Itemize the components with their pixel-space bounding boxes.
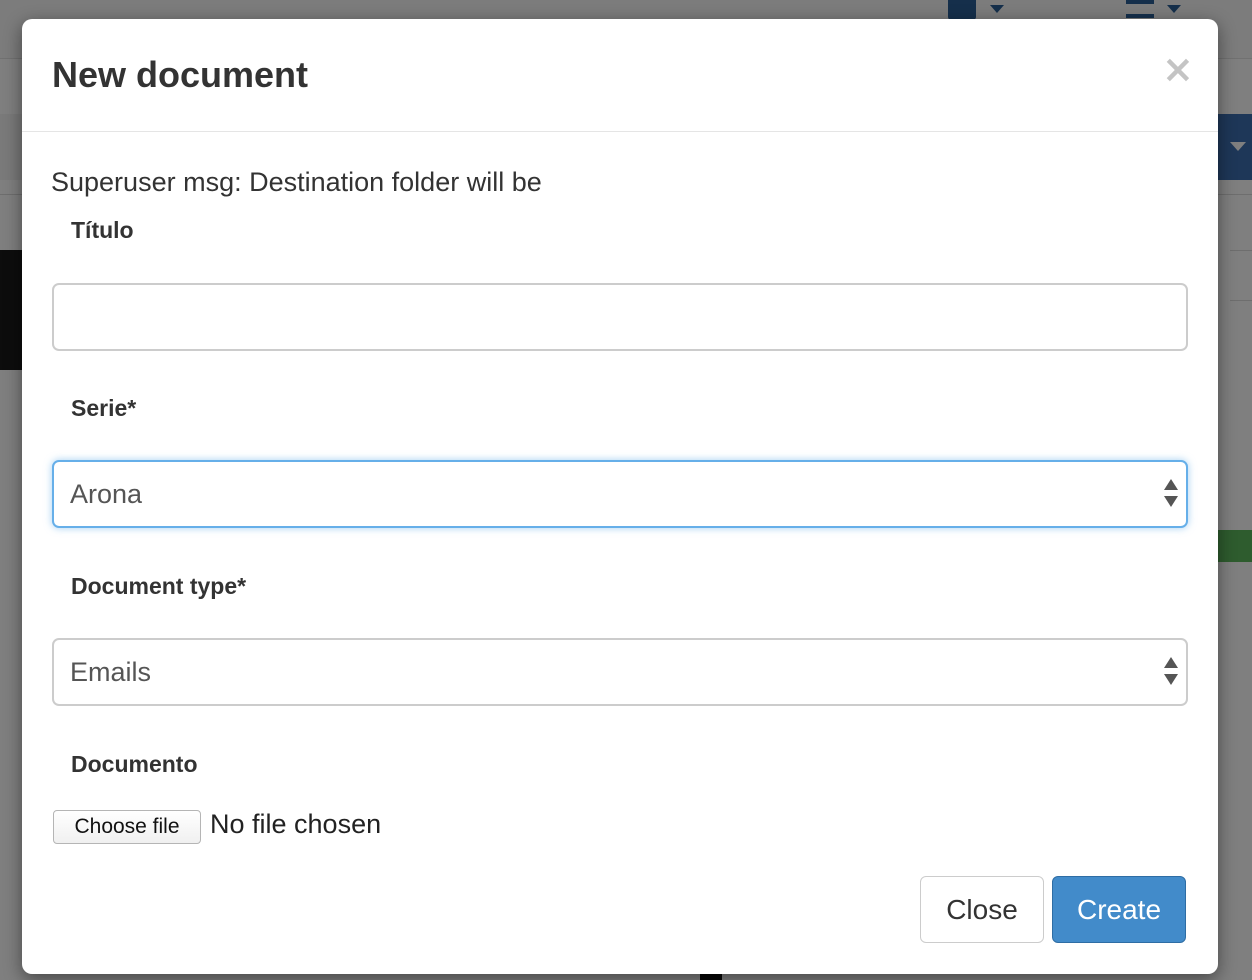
create-button[interactable]: Create [1052,876,1186,943]
documento-label: Documento [71,751,198,777]
file-status-text: No file chosen [210,809,382,839]
titulo-input[interactable] [52,283,1188,351]
serie-label: Serie* [71,395,137,421]
document-type-label: Document type* [71,573,247,599]
serie-selected-value: Arona [70,479,143,509]
document-type-select[interactable]: Emails [52,638,1188,706]
select-arrows-icon [1164,479,1178,509]
serie-select[interactable]: Arona [52,460,1188,528]
close-button[interactable]: Close [920,876,1044,943]
modal-title: New document [52,54,309,95]
titulo-label: Título [71,217,134,243]
close-icon[interactable]: × [1162,50,1194,88]
new-document-modal: New document × Superuser msg: Destinatio… [22,19,1218,974]
choose-file-button[interactable]: Choose file [53,810,201,844]
superuser-message: Superuser msg: Destination folder will b… [51,167,542,197]
select-arrows-icon [1164,657,1178,687]
document-type-selected-value: Emails [70,657,152,687]
modal-header: New document × [22,19,1218,132]
